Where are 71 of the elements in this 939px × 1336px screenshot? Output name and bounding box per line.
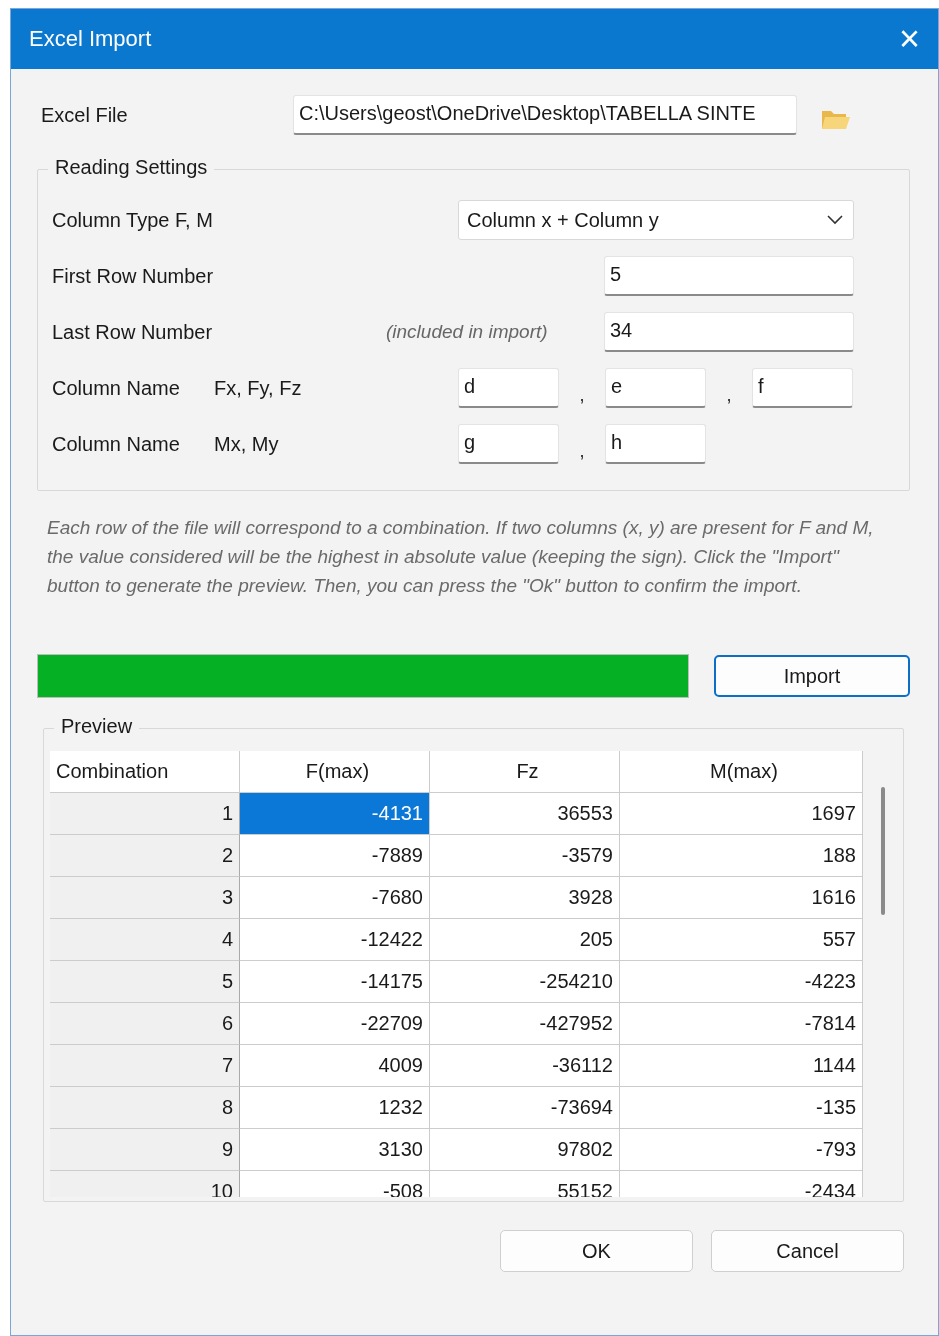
table-cell[interactable]: -36112 (430, 1045, 620, 1087)
field-label: Column Type F, M (52, 208, 214, 232)
column-type-dropdown[interactable]: Column x + Column y (458, 200, 854, 240)
row-number-cell: 4 (50, 919, 240, 961)
separator-comma: , (725, 383, 733, 406)
table-cell[interactable]: -135 (620, 1087, 863, 1129)
file-path-field[interactable]: C:\Users\geost\OneDrive\Desktop\TABELLA SINTE (293, 95, 797, 135)
separator-comma: , (578, 383, 586, 406)
table-cell[interactable]: -7889 (240, 835, 430, 877)
table-cell[interactable]: -4223 (620, 961, 863, 1003)
table-cell[interactable]: 188 (620, 835, 863, 877)
table-cell[interactable]: 1697 (620, 793, 863, 835)
hint-text: (included in import) (386, 321, 549, 343)
table-cell[interactable]: -3579 (430, 835, 620, 877)
table-cell[interactable]: 205 (430, 919, 620, 961)
table-cell[interactable]: 557 (620, 919, 863, 961)
chevron-down-icon (827, 215, 843, 225)
field-label: First Row Number (52, 264, 215, 288)
column-header[interactable]: F(max) (240, 751, 430, 793)
table-cell[interactable]: -22709 (240, 1003, 430, 1045)
field-sublabel: Fx, Fy, Fz (214, 376, 303, 400)
table-cell[interactable]: -14175 (240, 961, 430, 1003)
field-label: Last Row Number (52, 320, 214, 344)
table-cell[interactable]: 1616 (620, 877, 863, 919)
folder-icon[interactable] (821, 108, 851, 130)
description-text: Each row of the file will correspond to a combination. If two columns (x, y) are present for F and M, the value considered will be the highest in absolute value (keeping the sign). Click the "Import" button to generate the preview. Then, you can press the "Ok" button to confirm the import. (47, 516, 875, 598)
cancel-button[interactable]: Cancel (711, 1230, 904, 1272)
field-sublabel: Mx, My (214, 432, 280, 456)
table-cell[interactable]: 1144 (620, 1045, 863, 1087)
row-number-cell: 5 (50, 961, 240, 1003)
column-header[interactable]: Fz (430, 751, 620, 793)
separator-comma: , (578, 439, 586, 462)
column-name-field[interactable]: h (605, 424, 706, 464)
excel-file-label: Excel File (41, 103, 129, 127)
column-header[interactable]: Combination (50, 751, 240, 793)
table-cell[interactable]: 3130 (240, 1129, 430, 1171)
row-number-cell: 7 (50, 1045, 240, 1087)
table-cell[interactable]: -254210 (430, 961, 620, 1003)
column-name-field[interactable]: e (605, 368, 706, 408)
table-cell[interactable]: 3928 (430, 877, 620, 919)
scrollbar-thumb[interactable] (881, 787, 885, 915)
first-row-field[interactable]: 5 (604, 256, 854, 296)
column-header[interactable]: M(max) (620, 751, 863, 793)
table-cell[interactable]: -793 (620, 1129, 863, 1171)
field-label: Column Name (52, 376, 181, 400)
table-cell[interactable]: -7680 (240, 877, 430, 919)
field-label: Column Name (52, 432, 181, 456)
table-cell[interactable]: 4009 (240, 1045, 430, 1087)
group-title: Reading Settings (48, 156, 215, 179)
row-number-cell: 8 (50, 1087, 240, 1129)
column-name-field[interactable]: d (458, 368, 559, 408)
table-cell[interactable]: 36553 (430, 793, 620, 835)
last-row-field[interactable]: 34 (604, 312, 854, 352)
table-cell[interactable]: 97802 (430, 1129, 620, 1171)
table-cell[interactable]: -73694 (430, 1087, 620, 1129)
table-cell[interactable]: -427952 (430, 1003, 620, 1045)
row-number-cell: 2 (50, 835, 240, 877)
table-cell[interactable]: -7814 (620, 1003, 863, 1045)
row-number-cell: 9 (50, 1129, 240, 1171)
import-button[interactable]: Import (714, 655, 910, 697)
column-name-field[interactable]: g (458, 424, 559, 464)
close-button[interactable]: × (892, 21, 926, 57)
column-name-field[interactable]: f (752, 368, 853, 408)
row-number-cell: 1 (50, 793, 240, 835)
row-number-cell: 6 (50, 1003, 240, 1045)
ok-button[interactable]: OK (500, 1230, 693, 1272)
table-cell[interactable]: -12422 (240, 919, 430, 961)
table-cell[interactable]: -4131 (240, 793, 430, 835)
row-number-cell: 3 (50, 877, 240, 919)
table-cell[interactable]: 1232 (240, 1087, 430, 1129)
window-title: Excel Import (29, 26, 152, 52)
